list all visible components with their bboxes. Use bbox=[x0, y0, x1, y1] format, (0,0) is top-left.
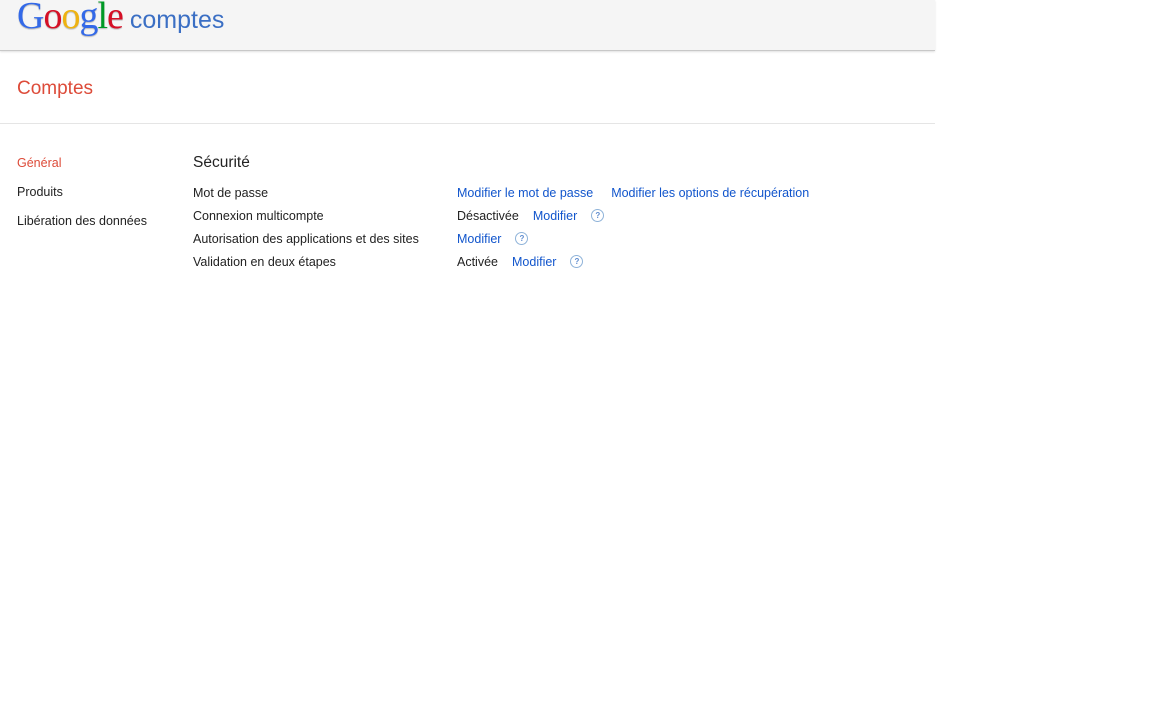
logo-letter: l bbox=[97, 0, 108, 37]
setting-row-app-authorization: Autorisation des applications et des sit… bbox=[193, 231, 893, 254]
google-accounts-logo[interactable]: Google comptes bbox=[17, 0, 224, 40]
setting-label-app-authorization: Autorisation des applications et des sit… bbox=[193, 232, 419, 246]
setting-row-two-step: Validation en deux étapes Activée Modifi… bbox=[193, 254, 893, 277]
setting-row-password: Mot de passe Modifier le mot de passe Mo… bbox=[193, 185, 893, 208]
recovery-options-link[interactable]: Modifier les options de récupération bbox=[611, 185, 809, 201]
header-bar: Google comptes bbox=[0, 0, 935, 51]
logo-letter: o bbox=[61, 0, 80, 37]
setting-label-multi-login: Connexion multicompte bbox=[193, 209, 324, 223]
multi-login-modify-link[interactable]: Modifier bbox=[533, 208, 577, 224]
section-title-security: Sécurité bbox=[193, 154, 250, 171]
logo-letter: g bbox=[79, 0, 98, 37]
setting-label-password: Mot de passe bbox=[193, 186, 269, 200]
logo-letter: G bbox=[17, 0, 44, 37]
help-circle-icon[interactable]: ? bbox=[591, 208, 605, 222]
setting-values-app-authorization: Modifier ? bbox=[457, 231, 529, 247]
two-step-modify-link[interactable]: Modifier bbox=[512, 254, 556, 270]
logo-letter: o bbox=[43, 0, 62, 37]
title-row: Comptes bbox=[0, 51, 935, 124]
setting-values-password: Modifier le mot de passe Modifier les op… bbox=[457, 185, 827, 201]
setting-row-multi-login: Connexion multicompte Désactivée Modifie… bbox=[193, 208, 893, 231]
multi-login-status: Désactivée bbox=[457, 209, 519, 223]
setting-values-two-step: Activée Modifier ? bbox=[457, 254, 584, 270]
product-name: comptes bbox=[129, 6, 225, 34]
change-password-link[interactable]: Modifier le mot de passe bbox=[457, 185, 593, 201]
sidebar-item-products[interactable]: Produits bbox=[17, 184, 177, 213]
app-authorization-modify-link[interactable]: Modifier bbox=[457, 231, 501, 247]
two-step-status: Activée bbox=[457, 255, 498, 269]
setting-values-multi-login: Désactivée Modifier ? bbox=[457, 208, 605, 224]
sidebar-nav: Général Produits Libération des données bbox=[17, 155, 177, 242]
google-logo-wordmark: Google bbox=[17, 0, 124, 40]
page-title: Comptes bbox=[17, 78, 94, 99]
page: Google comptes Comptes Général Produits … bbox=[0, 0, 935, 720]
help-circle-icon[interactable]: ? bbox=[515, 231, 529, 245]
help-circle-icon[interactable]: ? bbox=[570, 254, 584, 268]
sidebar-item-data-liberation[interactable]: Libération des données bbox=[17, 213, 177, 242]
security-section: Sécurité Mot de passe Modifier le mot de… bbox=[193, 153, 893, 277]
logo-letter: e bbox=[107, 0, 124, 37]
setting-label-two-step: Validation en deux étapes bbox=[193, 255, 336, 269]
sidebar-item-general[interactable]: Général bbox=[17, 155, 177, 184]
